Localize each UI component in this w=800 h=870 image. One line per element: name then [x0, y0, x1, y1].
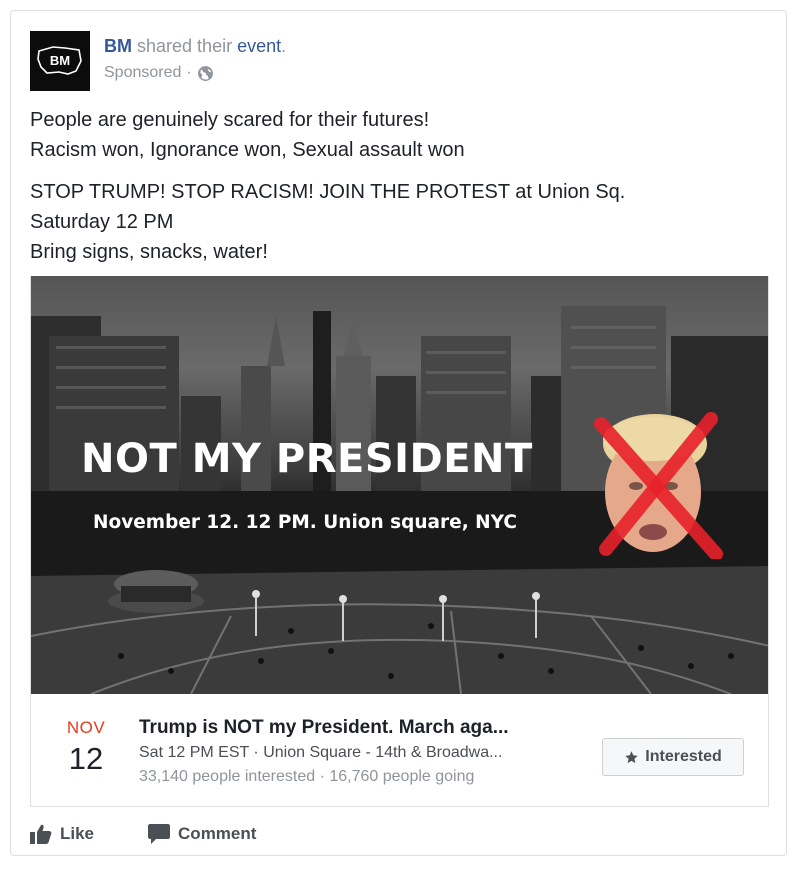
image-headline: NOT MY PRESIDENT	[81, 436, 533, 482]
event-info: Trump is NOT my President. March aga... …	[139, 716, 579, 788]
comment-button[interactable]: Comment	[148, 824, 256, 844]
header-text: BM shared their event. Sponsored ·	[104, 33, 286, 84]
event-month: NOV	[66, 718, 106, 737]
post-line: People are genuinely scared for their fu…	[30, 109, 430, 131]
comment-icon	[148, 824, 171, 844]
post-paragraph-2: STOP TRUMP! STOP RACISM! JOIN THE PROTES…	[30, 177, 770, 267]
event-day: 12	[68, 741, 104, 776]
post-line: STOP TRUMP! STOP RACISM! JOIN THE PROTES…	[30, 181, 626, 203]
like-button[interactable]: Like	[30, 824, 94, 844]
post-paragraph-1: People are genuinely scared for their fu…	[30, 105, 770, 165]
post-line: Racism won, Ignorance won, Sexual assaul…	[30, 139, 465, 161]
event-cover-image[interactable]: NOT MY PRESIDENT November 12. 12 PM. Uni…	[30, 276, 769, 694]
crossed-out-face-icon	[594, 412, 723, 559]
action-text: shared their	[137, 36, 233, 56]
event-link[interactable]: event	[237, 36, 281, 56]
star-icon	[625, 750, 639, 763]
meta-separator: ·	[186, 64, 192, 81]
avatar[interactable]: BM	[30, 31, 90, 91]
post-title-line: BM shared their event.	[104, 33, 286, 59]
post-header: BM BM shared their event. Sponsored ·	[30, 31, 770, 91]
event-title[interactable]: Trump is NOT my President. March aga...	[139, 716, 579, 740]
post-meta-line: Sponsored ·	[104, 62, 286, 84]
period-text: .	[281, 36, 287, 56]
post-body: People are genuinely scared for their fu…	[30, 105, 770, 267]
post-line: Bring signs, snacks, water!	[30, 241, 268, 263]
thumbs-up-icon	[30, 824, 52, 844]
sponsored-label[interactable]: Sponsored	[104, 62, 181, 84]
interested-button[interactable]: Interested	[602, 738, 744, 776]
image-subline: November 12. 12 PM. Union square, NYC	[93, 512, 517, 533]
like-label: Like	[60, 824, 95, 843]
avatar-text: BM	[50, 53, 70, 68]
bm-logo-icon: BM	[37, 46, 82, 75]
interested-label: Interested	[645, 748, 722, 765]
globe-icon[interactable]	[197, 65, 214, 82]
event-date: NOV 12	[51, 718, 121, 777]
post-actions: Like Comment	[30, 819, 770, 849]
post-card: BM BM shared their event. Sponsored · Pe…	[10, 10, 787, 856]
author-link[interactable]: BM	[104, 36, 132, 56]
event-details[interactable]: NOV 12 Trump is NOT my President. March …	[30, 694, 769, 807]
event-meta: Sat 12 PM EST · Union Square - 14th & Br…	[139, 744, 503, 761]
event-stats: 33,140 people interested · 16,760 people…	[139, 768, 475, 785]
post-line: Saturday 12 PM	[30, 211, 174, 233]
comment-label: Comment	[178, 824, 257, 843]
